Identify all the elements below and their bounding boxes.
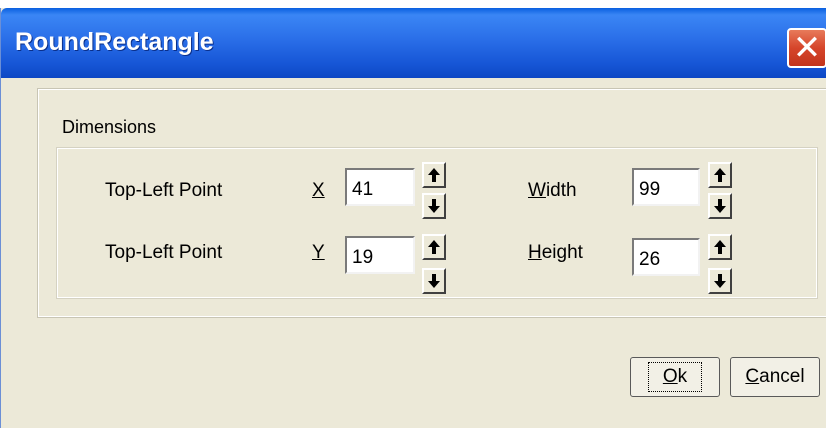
- width-increment-button[interactable]: [708, 162, 732, 188]
- x-decrement-button[interactable]: [422, 193, 446, 219]
- x-axis-label: X: [312, 180, 325, 201]
- ok-button[interactable]: Ok: [630, 357, 720, 397]
- arrow-up-icon: [428, 240, 440, 254]
- width-decrement-button[interactable]: [708, 193, 732, 219]
- cancel-button[interactable]: Cancel: [730, 357, 820, 397]
- arrow-up-icon: [714, 168, 726, 182]
- window-title: RoundRectangle: [15, 28, 214, 56]
- x-increment-button[interactable]: [422, 162, 446, 188]
- width-label-rest: idth: [545, 180, 577, 201]
- ok-button-key: O: [662, 366, 678, 387]
- y-increment-button[interactable]: [422, 234, 446, 260]
- arrow-up-icon: [714, 240, 726, 254]
- height-label-key: H: [528, 242, 542, 263]
- x-input[interactable]: 41: [345, 168, 415, 206]
- y-input[interactable]: 19: [345, 236, 415, 274]
- title-bar[interactable]: RoundRectangle ✕: [1, 8, 826, 78]
- close-icon: ✕: [792, 29, 822, 67]
- arrow-down-icon: [714, 274, 726, 288]
- cancel-button-key: C: [745, 366, 760, 387]
- y-axis-label: Y: [312, 242, 325, 263]
- cancel-button-label: Cancel: [745, 366, 804, 388]
- arrow-down-icon: [428, 274, 440, 288]
- arrow-down-icon: [428, 199, 440, 213]
- top-left-point-label-x: Top-Left Point: [105, 180, 223, 201]
- height-label: Height: [528, 242, 583, 264]
- height-increment-button[interactable]: [708, 234, 732, 260]
- width-label-key: W: [528, 180, 546, 201]
- y-decrement-button[interactable]: [422, 268, 446, 294]
- arrow-down-icon: [714, 199, 726, 213]
- top-left-point-label-y: Top-Left Point: [105, 242, 223, 263]
- width-label: Width: [528, 180, 577, 202]
- cancel-button-rest: ancel: [759, 366, 805, 387]
- height-label-rest: eight: [541, 242, 583, 263]
- arrow-up-icon: [428, 168, 440, 182]
- width-input[interactable]: 99: [632, 168, 700, 206]
- dimensions-group-label: Dimensions: [62, 117, 157, 137]
- ok-button-rest: k: [677, 366, 688, 387]
- height-decrement-button[interactable]: [708, 268, 732, 294]
- height-input[interactable]: 26: [632, 238, 700, 276]
- close-button[interactable]: ✕: [787, 28, 826, 68]
- ok-focus-ring: Ok: [647, 362, 703, 392]
